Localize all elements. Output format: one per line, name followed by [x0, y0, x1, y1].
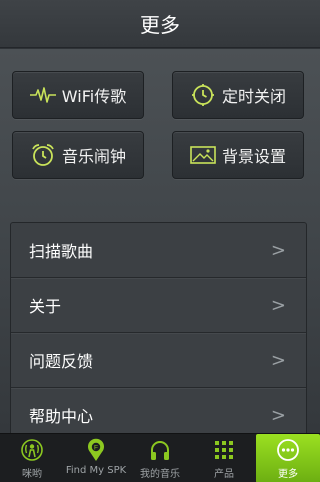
music-alarm-label: 音乐闹钟 — [61, 147, 126, 166]
settings-menu-list: 扫描歌曲 > 关于 > 问题反馈 > 帮助中心 > — [10, 222, 307, 433]
location-pin-icon: F — [83, 438, 109, 462]
wifi-transfer-button[interactable]: WiFi传歌 — [12, 71, 144, 119]
menu-item-about[interactable]: 关于 > — [11, 278, 306, 333]
tab-products[interactable]: 产品 — [192, 434, 256, 482]
tab-label: 咪哟 — [22, 469, 42, 480]
tab-label: Find My SPK — [65, 465, 127, 476]
alarm-clock-icon — [30, 142, 56, 168]
tab-label: 产品 — [214, 469, 234, 480]
tab-find-my-spk[interactable]: F Find My SPK — [64, 434, 128, 482]
wifi-transfer-label: WiFi传歌 — [61, 87, 127, 106]
menu-item-scan-songs[interactable]: 扫描歌曲 > — [11, 223, 306, 278]
menu-item-feedback[interactable]: 问题反馈 > — [11, 333, 306, 388]
chevron-right-icon: > — [270, 239, 286, 261]
bottom-navigation: 咪哟 F Find My SPK 我的音乐 产品 更多 — [0, 433, 320, 482]
page-title: 更多 — [140, 13, 180, 37]
music-alarm-button[interactable]: 音乐闹钟 — [12, 131, 144, 179]
timer-off-button[interactable]: 定时关闭 — [172, 71, 304, 119]
title-bar: 更多 — [0, 0, 320, 48]
tab-more[interactable]: 更多 — [256, 434, 320, 482]
menu-item-label: 问题反馈 — [29, 352, 94, 371]
timer-clock-icon — [190, 82, 216, 108]
content-area: WiFi传歌 定时关闭 音乐闹钟 背景设置 扫描歌曲 > 关于 > 问题反馈 >… — [0, 49, 320, 433]
picture-icon — [190, 142, 216, 168]
menu-item-label: 关于 — [29, 297, 62, 316]
headphones-icon — [147, 438, 173, 462]
broadcast-person-icon — [19, 438, 45, 462]
more-dots-icon — [275, 438, 301, 462]
tab-label: 我的音乐 — [140, 469, 180, 480]
waveform-icon — [29, 82, 56, 108]
svg-text:F: F — [94, 445, 98, 452]
menu-item-label: 帮助中心 — [29, 407, 94, 426]
background-settings-button[interactable]: 背景设置 — [172, 131, 304, 179]
tab-my-music[interactable]: 我的音乐 — [128, 434, 192, 482]
grid-dots-icon — [211, 438, 237, 462]
tab-miyo[interactable]: 咪哟 — [0, 434, 64, 482]
chevron-right-icon: > — [270, 349, 286, 371]
tab-label: 更多 — [278, 469, 298, 480]
chevron-right-icon: > — [270, 404, 286, 426]
menu-item-label: 扫描歌曲 — [29, 242, 94, 261]
chevron-right-icon: > — [270, 294, 286, 316]
background-settings-label: 背景设置 — [221, 147, 286, 166]
timer-off-label: 定时关闭 — [221, 87, 286, 106]
menu-item-help-center[interactable]: 帮助中心 > — [11, 388, 306, 433]
